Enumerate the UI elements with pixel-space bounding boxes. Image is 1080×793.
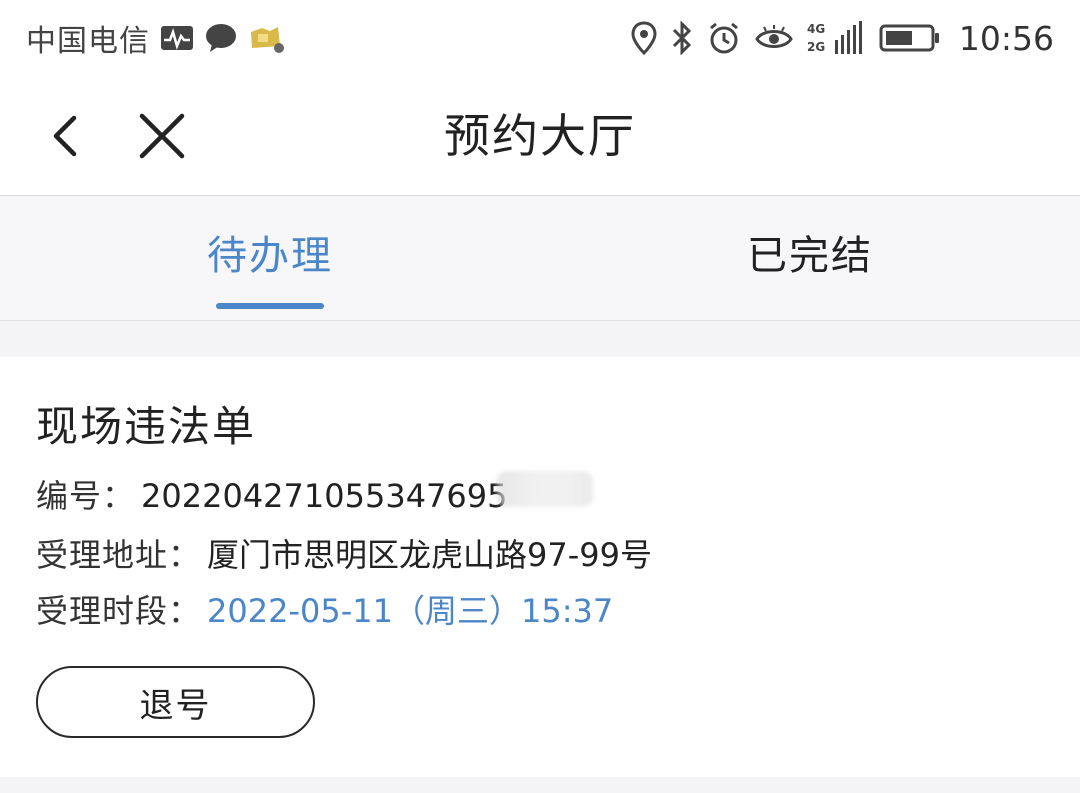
bluetooth-icon — [671, 21, 693, 55]
status-right: 4G 2G 10:56 — [631, 19, 1054, 58]
back-button[interactable] — [40, 104, 90, 168]
chevron-left-icon — [53, 115, 77, 157]
tab-completed[interactable]: 已完结 — [540, 197, 1080, 321]
appointment-title: 现场违法单 — [36, 402, 257, 451]
status-bar: 中国电信 4G 2G 10:56 — [0, 0, 1080, 76]
time-label: 受理时段： — [36, 592, 202, 630]
address-row: 受理地址： 厦门市思明区龙虎山路97-99号 — [36, 530, 652, 576]
alarm-icon — [707, 21, 741, 55]
tab-pending-label: 待办理 — [207, 233, 333, 279]
tab-bar: 待办理 已完结 — [0, 197, 1080, 321]
status-time: 10:56 — [958, 18, 1054, 58]
network-4g-label: 4G — [807, 22, 825, 36]
signal-icon: 4G 2G — [807, 20, 865, 56]
status-left: 中国电信 — [26, 16, 286, 60]
location-icon — [631, 21, 657, 55]
battery-icon — [879, 23, 941, 53]
number-value: 202204271055347695 — [141, 477, 508, 515]
carrier-name: 中国电信 — [26, 24, 150, 59]
address-label: 受理地址： — [36, 536, 202, 574]
tab-active-indicator — [216, 303, 324, 309]
time-value: 2022-05-11（周三）15:37 — [207, 592, 614, 630]
time-row: 受理时段： 2022-05-11（周三）15:37 — [36, 586, 613, 632]
activity-icon — [160, 24, 194, 52]
nav-bar: 预约大厅 — [0, 76, 1080, 196]
tab-completed-label: 已完结 — [747, 233, 873, 279]
appointment-card: 现场违法单 编号： 202204271055347695 受理地址： 厦门市思明… — [0, 357, 1080, 777]
tab-pending[interactable]: 待办理 — [0, 197, 540, 321]
network-2g-label: 2G — [807, 40, 825, 54]
close-icon — [139, 113, 185, 159]
chat-icon — [204, 23, 238, 53]
close-button[interactable] — [132, 106, 192, 166]
eye-comfort-icon — [755, 24, 793, 52]
address-value: 厦门市思明区龙虎山路97-99号 — [207, 536, 653, 574]
cancel-appointment-button[interactable]: 退号 — [36, 666, 315, 738]
number-label: 编号： — [36, 477, 136, 515]
number-row: 编号： 202204271055347695 — [36, 471, 594, 517]
redaction-blur — [497, 471, 594, 507]
app-notification-icon — [248, 22, 286, 54]
